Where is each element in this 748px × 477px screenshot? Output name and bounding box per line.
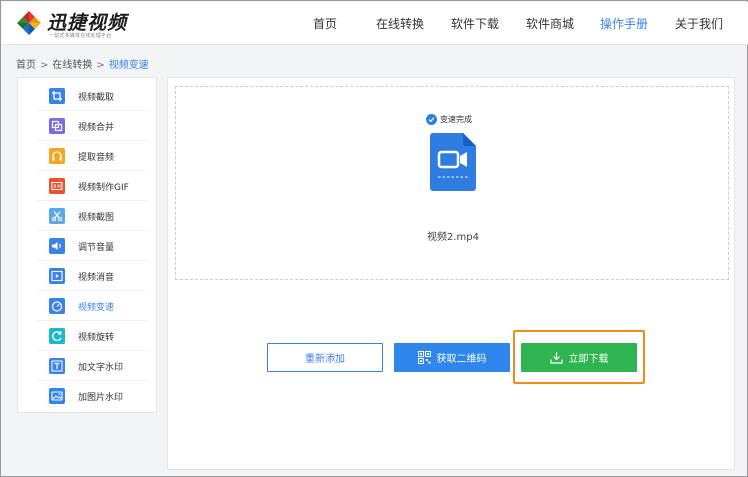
sidebar-item-label: 视频消音	[78, 273, 115, 283]
gif-icon	[49, 178, 65, 194]
download-highlight-box	[513, 330, 645, 384]
top-header: 迅捷视频 一站式多媒体在线处理平台 首页 在线转换 软件下载 软件商城 操作手册…	[2, 2, 748, 45]
sidebar-item-adjust-volume[interactable]: 调节音量	[38, 231, 148, 261]
status-label: 变速完成	[426, 114, 472, 125]
text-icon	[49, 358, 65, 374]
video-file-icon	[430, 133, 476, 191]
sidebar-item-video-mute[interactable]: 视频消音	[38, 261, 148, 291]
breadcrumb-current: 视频变速	[108, 60, 149, 71]
nav-item-software-store[interactable]: 软件商城	[526, 15, 574, 32]
sidebar-item-extract-audio[interactable]: 提取音频	[38, 141, 148, 171]
nav-item-about[interactable]: 关于我们	[675, 15, 723, 32]
sidebar-item-label: 调节音量	[78, 243, 115, 253]
merge-icon	[49, 118, 65, 134]
app-window: 迅捷视频 一站式多媒体在线处理平台 首页 在线转换 软件下载 软件商城 操作手册…	[0, 0, 748, 477]
sidebar-item-label: 加文字水印	[78, 363, 124, 373]
sidebar-item-label: 视频变速	[78, 303, 115, 313]
breadcrumb-separator: >	[40, 60, 49, 71]
breadcrumb-home[interactable]: 首页	[16, 60, 36, 71]
sidebar-item-label: 视频合并	[78, 123, 115, 133]
breadcrumb-online-convert[interactable]: 在线转换	[52, 60, 92, 71]
file-name: 视频2.mp4	[427, 232, 479, 243]
sidebar-item-video-rotate[interactable]: 视频旋转	[38, 321, 148, 351]
nav-item-online-convert[interactable]: 在线转换	[376, 15, 424, 32]
main-panel: 变速完成 视频2.mp4 重新添加 获取二维码 立即下载	[167, 77, 735, 470]
sidebar-item-video-merge[interactable]: 视频合并	[38, 111, 148, 141]
file-drop-area[interactable]: 变速完成 视频2.mp4	[175, 86, 729, 280]
sidebar-item-video-gif[interactable]: 视频制作GIF	[38, 171, 148, 201]
sidebar-item-image-watermark[interactable]: 加图片水印	[38, 381, 148, 411]
play-icon	[49, 268, 65, 284]
sidebar-item-label: 视频截取	[78, 93, 115, 103]
speedometer-icon	[49, 298, 65, 314]
check-circle-icon	[426, 114, 437, 125]
nav-item-home[interactable]: 首页	[313, 15, 337, 32]
breadcrumb-separator: >	[96, 60, 105, 71]
get-qrcode-button[interactable]: 获取二维码	[394, 343, 510, 372]
scissors-icon	[49, 208, 65, 224]
sidebar-item-label: 加图片水印	[78, 393, 124, 403]
nav-item-software-download[interactable]: 软件下载	[451, 15, 499, 32]
status-text: 变速完成	[440, 115, 472, 124]
breadcrumb: 首页 > 在线转换 > 视频变速	[16, 56, 149, 71]
volume-icon	[49, 238, 65, 254]
sidebar-item-label: 视频旋转	[78, 333, 115, 343]
sidebar-item-video-speed[interactable]: 视频变速	[38, 291, 148, 321]
main-nav: 首页 在线转换 软件下载 软件商城 操作手册 关于我们	[2, 2, 748, 45]
sidebar-item-video-screenshot[interactable]: 视频截图	[38, 201, 148, 231]
qrcode-icon	[417, 351, 431, 364]
sidebar-item-label: 提取音频	[78, 153, 115, 163]
sidebar-item-label: 视频截图	[78, 213, 115, 223]
rotate-icon	[49, 328, 65, 344]
tool-sidebar: 视频截取 视频合并 提取音频 视频制作GIF 视频截图 调节音量 视频消音 视频…	[17, 77, 157, 413]
crop-icon	[49, 88, 65, 104]
sidebar-item-video-crop[interactable]: 视频截取	[38, 81, 148, 111]
qrcode-button-label: 获取二维码	[436, 354, 487, 365]
readd-button-label: 重新添加	[305, 354, 345, 365]
headphones-icon	[49, 148, 65, 164]
nav-item-manual[interactable]: 操作手册	[600, 15, 648, 32]
image-icon	[49, 388, 65, 404]
sidebar-item-text-watermark[interactable]: 加文字水印	[38, 351, 148, 381]
readd-button[interactable]: 重新添加	[267, 343, 383, 372]
sidebar-item-label: 视频制作GIF	[78, 183, 129, 193]
